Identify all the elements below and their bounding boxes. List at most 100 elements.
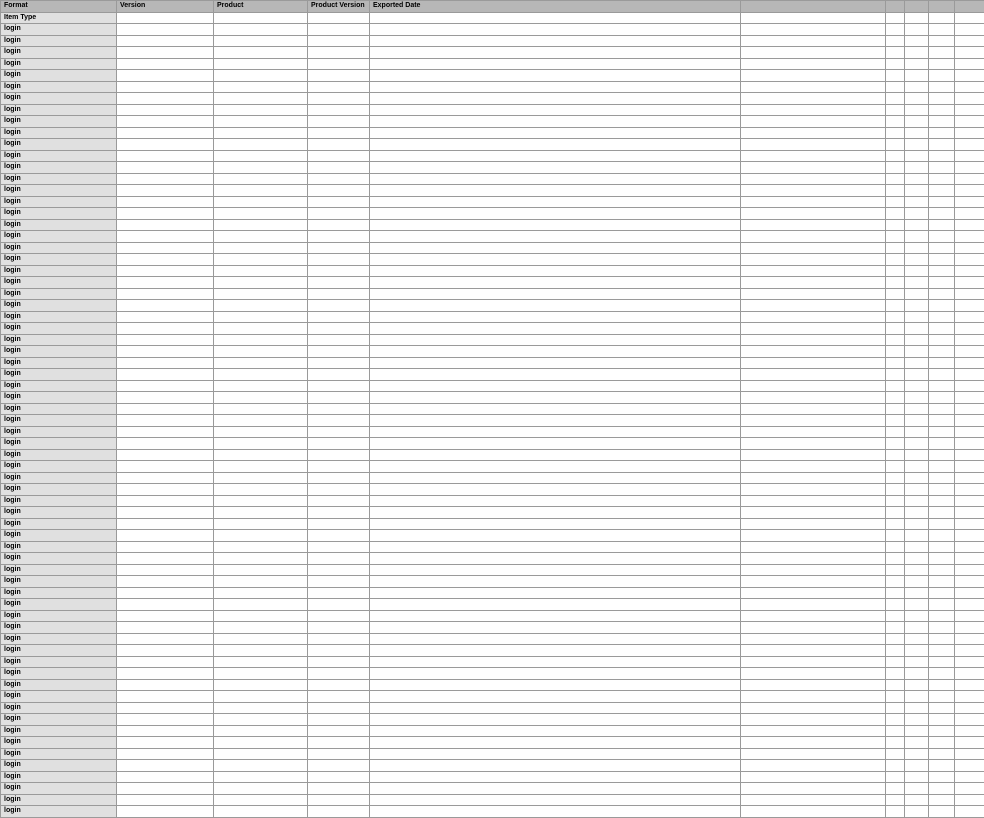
cell[interactable] — [741, 725, 886, 737]
cell[interactable] — [955, 334, 984, 346]
row-label[interactable]: login — [1, 35, 117, 47]
cell[interactable] — [905, 426, 929, 438]
cell[interactable] — [955, 403, 984, 415]
cell[interactable] — [370, 346, 741, 358]
cell[interactable] — [955, 392, 984, 404]
cell[interactable] — [741, 426, 886, 438]
cell[interactable] — [886, 127, 905, 139]
cell[interactable] — [955, 760, 984, 772]
cell[interactable] — [929, 507, 955, 519]
row-label[interactable]: login — [1, 691, 117, 703]
cell[interactable] — [741, 116, 886, 128]
row-label[interactable]: login — [1, 610, 117, 622]
cell[interactable] — [117, 587, 214, 599]
cell[interactable] — [905, 610, 929, 622]
cell[interactable] — [308, 771, 370, 783]
cell[interactable] — [214, 679, 308, 691]
cell[interactable] — [117, 81, 214, 93]
cell[interactable] — [929, 518, 955, 530]
cell[interactable] — [905, 288, 929, 300]
cell[interactable] — [905, 231, 929, 243]
cell[interactable] — [955, 288, 984, 300]
cell[interactable] — [929, 208, 955, 220]
row-label[interactable]: login — [1, 564, 117, 576]
cell[interactable] — [370, 645, 741, 657]
cell[interactable] — [741, 472, 886, 484]
cell[interactable] — [117, 357, 214, 369]
cell[interactable] — [308, 495, 370, 507]
cell[interactable] — [117, 346, 214, 358]
cell[interactable] — [905, 369, 929, 381]
cell[interactable] — [905, 530, 929, 542]
cell[interactable] — [905, 679, 929, 691]
cell[interactable] — [929, 173, 955, 185]
cell[interactable] — [370, 357, 741, 369]
cell[interactable] — [370, 587, 741, 599]
row-label[interactable]: login — [1, 438, 117, 450]
cell[interactable] — [905, 794, 929, 806]
cell[interactable] — [370, 553, 741, 565]
cell[interactable] — [929, 104, 955, 116]
cell[interactable] — [308, 645, 370, 657]
cell[interactable] — [955, 461, 984, 473]
cell[interactable] — [955, 357, 984, 369]
cell[interactable] — [929, 737, 955, 749]
cell[interactable] — [955, 311, 984, 323]
cell[interactable] — [955, 679, 984, 691]
cell[interactable] — [117, 507, 214, 519]
row-label[interactable]: login — [1, 93, 117, 105]
cell[interactable] — [955, 737, 984, 749]
cell[interactable] — [308, 24, 370, 36]
row-label[interactable]: login — [1, 116, 117, 128]
cell[interactable] — [886, 507, 905, 519]
cell[interactable] — [741, 645, 886, 657]
cell[interactable] — [929, 415, 955, 427]
cell[interactable] — [741, 495, 886, 507]
cell[interactable] — [214, 783, 308, 795]
cell[interactable] — [955, 449, 984, 461]
cell[interactable] — [214, 70, 308, 82]
cell[interactable] — [741, 93, 886, 105]
cell[interactable] — [929, 24, 955, 36]
cell[interactable] — [741, 323, 886, 335]
cell[interactable] — [929, 357, 955, 369]
cell[interactable] — [308, 219, 370, 231]
cell[interactable] — [370, 622, 741, 634]
row-label[interactable]: login — [1, 196, 117, 208]
cell[interactable] — [886, 449, 905, 461]
cell[interactable] — [308, 668, 370, 680]
cell[interactable] — [308, 323, 370, 335]
cell[interactable] — [886, 162, 905, 174]
cell[interactable] — [308, 150, 370, 162]
cell[interactable] — [214, 288, 308, 300]
cell[interactable] — [886, 254, 905, 266]
row-label[interactable]: login — [1, 783, 117, 795]
cell[interactable] — [929, 599, 955, 611]
cell[interactable] — [117, 530, 214, 542]
cell[interactable] — [955, 70, 984, 82]
cell[interactable] — [370, 323, 741, 335]
cell[interactable] — [214, 104, 308, 116]
row-label[interactable]: login — [1, 426, 117, 438]
row-label[interactable]: login — [1, 403, 117, 415]
cell[interactable] — [117, 622, 214, 634]
cell[interactable] — [214, 277, 308, 289]
cell[interactable] — [741, 196, 886, 208]
cell[interactable] — [929, 392, 955, 404]
cell[interactable] — [117, 610, 214, 622]
cell[interactable] — [905, 12, 929, 24]
cell[interactable] — [370, 449, 741, 461]
cell[interactable] — [741, 104, 886, 116]
cell[interactable] — [955, 587, 984, 599]
cell[interactable] — [905, 771, 929, 783]
cell[interactable] — [886, 231, 905, 243]
cell[interactable] — [886, 771, 905, 783]
cell[interactable] — [370, 70, 741, 82]
cell[interactable] — [370, 656, 741, 668]
cell[interactable] — [955, 633, 984, 645]
cell[interactable] — [370, 794, 741, 806]
cell[interactable] — [905, 70, 929, 82]
cell[interactable] — [886, 714, 905, 726]
cell[interactable] — [370, 254, 741, 266]
cell[interactable] — [308, 334, 370, 346]
